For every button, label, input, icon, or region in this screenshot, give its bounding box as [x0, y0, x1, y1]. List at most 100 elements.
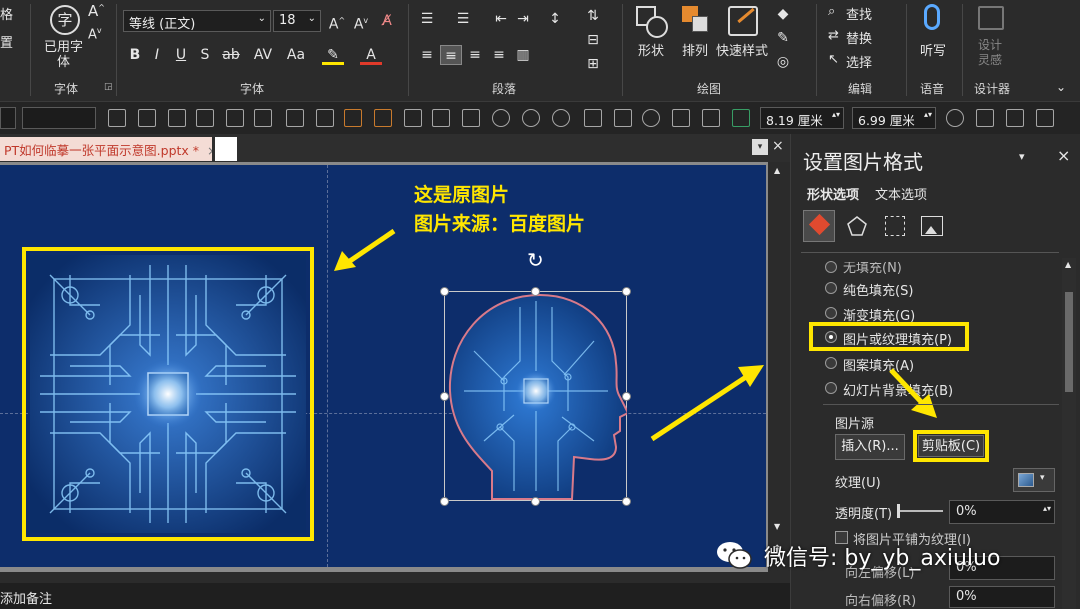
- resize-handle[interactable]: [440, 497, 449, 506]
- scroll-down-icon[interactable]: ▼: [774, 522, 780, 531]
- arrange-label[interactable]: 排列: [682, 40, 708, 59]
- picture-icon[interactable]: [921, 216, 943, 236]
- settings-icon[interactable]: [642, 109, 660, 127]
- transparency-input[interactable]: 0% ▴▾: [949, 500, 1055, 524]
- radio-slide-bg-fill[interactable]: [825, 382, 837, 394]
- columns-icon[interactable]: ▥: [512, 45, 534, 65]
- resize-handle[interactable]: [622, 287, 631, 296]
- radio-solid-fill[interactable]: [825, 282, 837, 294]
- label-solid-fill[interactable]: 纯色填充(S): [843, 280, 913, 299]
- quick-style-icon[interactable]: [728, 6, 758, 36]
- rotate-icon[interactable]: [316, 109, 334, 127]
- used-fonts-icon[interactable]: 字: [50, 5, 80, 35]
- label-picture-fill[interactable]: 图片或纹理填充(P): [843, 329, 952, 348]
- pane-icon[interactable]: [1036, 109, 1054, 127]
- size-layout-icon[interactable]: [885, 216, 905, 236]
- align-right-icon[interactable]: ≡: [464, 45, 486, 65]
- change-case-button[interactable]: Aa: [282, 45, 310, 65]
- clipboard-button[interactable]: 剪贴板(C): [918, 435, 984, 457]
- shape-fill-icon[interactable]: ◆: [772, 4, 794, 24]
- insert-button[interactable]: 插入(R)...: [835, 434, 905, 460]
- toolbar-field-2[interactable]: [22, 107, 96, 129]
- clear-format-icon[interactable]: A̸: [376, 11, 398, 31]
- transparency-icon[interactable]: [976, 109, 994, 127]
- resize-handle[interactable]: [622, 497, 631, 506]
- font-name-select[interactable]: 等线 (正文) ⌄: [123, 10, 271, 32]
- transparency-slider[interactable]: [897, 504, 943, 518]
- send-backward-icon[interactable]: [404, 109, 422, 127]
- quick-style-label[interactable]: 快速样式: [716, 40, 768, 59]
- text-direction-icon[interactable]: ⇅: [582, 6, 604, 26]
- increase-font-icon[interactable]: A^: [326, 11, 348, 33]
- resize-handle[interactable]: [531, 287, 540, 296]
- resize-handle[interactable]: [440, 287, 449, 296]
- circuit-board-image[interactable]: [30, 255, 306, 533]
- decrease-indent-icon[interactable]: ⇤: [490, 9, 512, 29]
- width-input[interactable]: 6.99 厘米 ▴▾: [852, 107, 936, 129]
- shape-label[interactable]: 形状: [638, 40, 664, 59]
- smartart-icon[interactable]: ⊞: [582, 54, 604, 74]
- scroll-up-icon[interactable]: ▲: [1065, 260, 1071, 269]
- align-middle-obj-icon[interactable]: [226, 109, 244, 127]
- resize-handle[interactable]: [531, 497, 540, 506]
- format-painter-icon[interactable]: [702, 109, 720, 127]
- notes-bar[interactable]: 添加备注: [0, 583, 790, 609]
- font-color-icon[interactable]: A: [360, 45, 382, 65]
- highlight-icon[interactable]: ✎: [322, 45, 344, 65]
- tab-list-icon[interactable]: ▾: [752, 139, 768, 155]
- shadow-text-button[interactable]: S: [194, 45, 216, 65]
- panel-close-icon[interactable]: ×: [1057, 146, 1070, 165]
- spinner-icon[interactable]: ▴▾: [1043, 504, 1051, 513]
- bold-button[interactable]: B: [124, 45, 146, 65]
- offset-right-input[interactable]: 0%: [949, 586, 1055, 608]
- height-input[interactable]: 8.19 厘米 ▴▾: [760, 107, 844, 129]
- fragment-icon[interactable]: [522, 109, 540, 127]
- numbering-icon[interactable]: ☰: [452, 9, 474, 29]
- grow-font-icon[interactable]: A^: [88, 2, 105, 20]
- subtract-icon[interactable]: [584, 109, 602, 127]
- new-tab-button[interactable]: [215, 137, 237, 161]
- fill-line-tab[interactable]: [803, 210, 835, 242]
- size-lock-icon[interactable]: [732, 109, 750, 127]
- vertical-scrollbar[interactable]: ▲ ▼ ⇞: [770, 162, 788, 572]
- effects-pentagon-icon[interactable]: [847, 216, 867, 236]
- design-ideas-button[interactable]: 设计 灵感: [978, 38, 1002, 68]
- merge-shapes-icon[interactable]: [432, 109, 450, 127]
- crop-icon[interactable]: [946, 109, 964, 127]
- shape-effects-icon[interactable]: ◎: [772, 52, 794, 72]
- toolbar-field-1[interactable]: [0, 107, 16, 129]
- select-arrow-icon[interactable]: [1006, 109, 1024, 127]
- select-label[interactable]: 选择: [846, 52, 872, 71]
- union-icon[interactable]: [462, 109, 480, 127]
- spinner-icon[interactable]: ▴▾: [832, 110, 840, 119]
- font-size-select[interactable]: 18 ⌄: [273, 10, 321, 32]
- head-shape[interactable]: [444, 291, 627, 501]
- align-left-obj-icon[interactable]: [108, 109, 126, 127]
- align-left-icon[interactable]: ≡: [416, 45, 438, 65]
- italic-button[interactable]: I: [146, 45, 168, 65]
- notes-placeholder[interactable]: 添加备注: [0, 588, 52, 607]
- find-icon[interactable]: ⌕: [828, 4, 835, 19]
- shrink-font-icon[interactable]: Av: [88, 26, 102, 42]
- scroll-thumb[interactable]: [1065, 292, 1073, 392]
- scroll-up-icon[interactable]: ▲: [774, 166, 780, 175]
- close-window-icon[interactable]: ×: [772, 138, 784, 154]
- flip-icon[interactable]: [286, 109, 304, 127]
- underline-button[interactable]: U: [170, 45, 192, 65]
- radio-no-fill[interactable]: [825, 261, 837, 273]
- panel-scrollbar[interactable]: ▲: [1062, 258, 1076, 609]
- close-tab-icon[interactable]: ×: [207, 143, 212, 158]
- slide[interactable]: 这是原图片 图片来源：百度图片 ↻: [0, 165, 766, 567]
- eyedropper-icon[interactable]: [672, 109, 690, 127]
- resize-handle[interactable]: [440, 392, 449, 401]
- align-bottom-obj-icon[interactable]: [254, 109, 272, 127]
- align-center-obj-icon[interactable]: [138, 109, 156, 127]
- design-ideas-icon[interactable]: [978, 6, 1004, 30]
- edit-points-icon[interactable]: [614, 109, 632, 127]
- increase-indent-icon[interactable]: ⇥: [512, 9, 534, 29]
- align-top-obj-icon[interactable]: [196, 109, 214, 127]
- replace-label[interactable]: 替换: [846, 28, 872, 47]
- find-label[interactable]: 查找: [846, 4, 872, 23]
- bring-forward-icon[interactable]: [374, 109, 392, 127]
- bullets-icon[interactable]: ☰: [416, 9, 438, 29]
